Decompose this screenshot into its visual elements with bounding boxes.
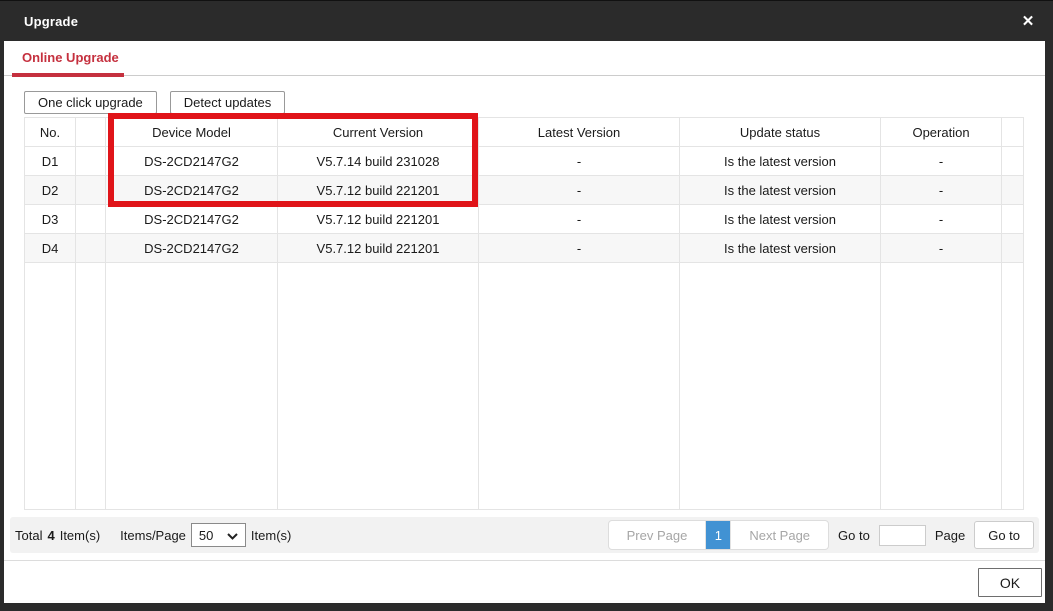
cell-spacer (1002, 176, 1024, 205)
close-button[interactable]: ✕ (1017, 11, 1039, 33)
cell-device-model: DS-2CD2147G2 (106, 205, 278, 234)
total-suffix: Item(s) (60, 528, 100, 543)
cell-spacer (76, 147, 106, 176)
detect-updates-button[interactable]: Detect updates (170, 91, 285, 114)
dialog-title: Upgrade (24, 14, 78, 29)
cell-operation: - (881, 147, 1002, 176)
current-page-indicator[interactable]: 1 (705, 521, 731, 549)
next-page-button[interactable]: Next Page (731, 521, 828, 549)
cell-latest-version: - (479, 205, 680, 234)
cell-current-version: V5.7.12 build 221201 (278, 234, 479, 263)
table-row[interactable]: D4 DS-2CD2147G2 V5.7.12 build 221201 - I… (25, 234, 1024, 263)
items-per-page-value: 50 (199, 528, 213, 543)
toolbar: One click upgrade Detect updates (24, 91, 285, 114)
tab-online-upgrade[interactable]: Online Upgrade (22, 50, 119, 65)
cell-spacer (1002, 234, 1024, 263)
dialog-content: Online Upgrade One click upgrade Detect … (4, 41, 1045, 603)
column-header-device-model: Device Model (106, 118, 278, 147)
pagination-controls: Prev Page 1 Next Page Go to Page Go to (608, 520, 1034, 550)
cell-no: D2 (25, 176, 76, 205)
prev-page-button[interactable]: Prev Page (609, 521, 706, 549)
cell-update-status: Is the latest version (680, 234, 881, 263)
cell-device-model: DS-2CD2147G2 (106, 147, 278, 176)
chevron-down-icon (227, 528, 238, 543)
cell-spacer (76, 234, 106, 263)
goto-page-button[interactable]: Go to (974, 521, 1034, 549)
tab-bar-divider (4, 75, 1045, 76)
footer-divider (4, 560, 1045, 561)
cell-device-model: DS-2CD2147G2 (106, 234, 278, 263)
cell-no: D1 (25, 147, 76, 176)
cell-no: D3 (25, 205, 76, 234)
cell-spacer (76, 176, 106, 205)
cell-current-version: V5.7.14 build 231028 (278, 147, 479, 176)
cell-update-status: Is the latest version (680, 147, 881, 176)
pagination-footer: Total 4 Item(s) Items/Page 50 Item(s) Pr… (10, 517, 1039, 553)
cell-spacer (1002, 205, 1024, 234)
column-header-spacer-left (76, 118, 106, 147)
cell-spacer (76, 205, 106, 234)
goto-label: Go to (838, 528, 870, 543)
cell-update-status: Is the latest version (680, 205, 881, 234)
cell-operation: - (881, 205, 1002, 234)
table-header-row: No. Device Model Current Version Latest … (25, 118, 1024, 147)
one-click-upgrade-button[interactable]: One click upgrade (24, 91, 157, 114)
cell-latest-version: - (479, 234, 680, 263)
items-per-page-suffix: Item(s) (251, 528, 291, 543)
column-header-no: No. (25, 118, 76, 147)
cell-device-model: DS-2CD2147G2 (106, 176, 278, 205)
dialog-titlebar: Upgrade ✕ (0, 0, 1053, 41)
cell-operation: - (881, 234, 1002, 263)
goto-page-input[interactable] (879, 525, 926, 546)
cell-spacer (1002, 147, 1024, 176)
items-summary: Total 4 Item(s) Items/Page 50 Item(s) (15, 523, 291, 547)
table-row[interactable]: D3 DS-2CD2147G2 V5.7.12 build 221201 - I… (25, 205, 1024, 234)
items-per-page-select[interactable]: 50 (191, 523, 246, 547)
total-label: Total (15, 528, 42, 543)
column-header-latest-version: Latest Version (479, 118, 680, 147)
column-header-current-version: Current Version (278, 118, 479, 147)
table-row[interactable]: D1 DS-2CD2147G2 V5.7.14 build 231028 - I… (25, 147, 1024, 176)
column-header-spacer-right (1002, 118, 1024, 147)
total-count: 4 (47, 528, 54, 543)
cell-latest-version: - (479, 176, 680, 205)
items-per-page-label: Items/Page (120, 528, 186, 543)
column-header-operation: Operation (881, 118, 1002, 147)
close-icon: ✕ (1022, 13, 1035, 30)
upgrade-dialog: Upgrade ✕ Online Upgrade One click upgra… (0, 0, 1053, 611)
cell-latest-version: - (479, 147, 680, 176)
table-row[interactable]: D2 DS-2CD2147G2 V5.7.12 build 221201 - I… (25, 176, 1024, 205)
cell-current-version: V5.7.12 build 221201 (278, 205, 479, 234)
page-label: Page (935, 528, 965, 543)
table-empty-area (25, 263, 1024, 510)
cell-operation: - (881, 176, 1002, 205)
column-header-update-status: Update status (680, 118, 881, 147)
cell-current-version: V5.7.12 build 221201 (278, 176, 479, 205)
cell-update-status: Is the latest version (680, 176, 881, 205)
ok-button[interactable]: OK (978, 568, 1042, 597)
cell-no: D4 (25, 234, 76, 263)
upgrade-table: No. Device Model Current Version Latest … (24, 117, 1023, 510)
active-tab-underline (12, 73, 124, 77)
pager-group: Prev Page 1 Next Page (608, 520, 829, 550)
